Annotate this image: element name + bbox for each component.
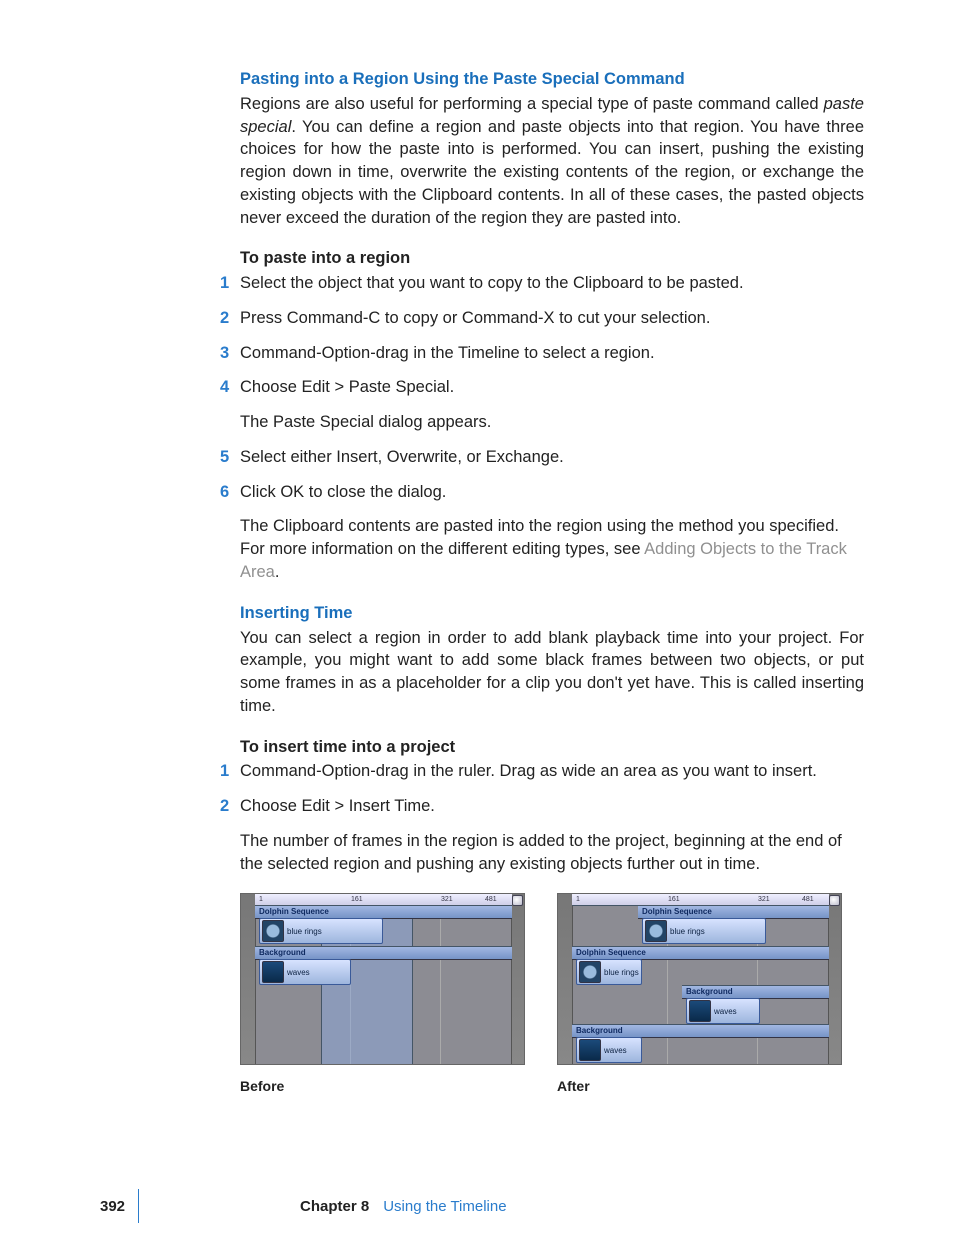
step-number: 1 bbox=[220, 760, 229, 783]
step-item: 1 Select the object that you want to cop… bbox=[240, 272, 864, 295]
step-number: 5 bbox=[220, 446, 229, 469]
clip-thumbnail-icon bbox=[262, 961, 284, 983]
step-number: 6 bbox=[220, 481, 229, 504]
timeline-clip: waves bbox=[686, 998, 760, 1024]
step-note: The Paste Special dialog appears. bbox=[240, 411, 864, 434]
ruler-tick: 481 bbox=[485, 895, 497, 905]
timeline-clip: waves bbox=[259, 959, 351, 985]
layer-header: Dolphin Sequence bbox=[638, 905, 829, 919]
figure-after: 1 161 321 481 Dolphin Sequence blue ring… bbox=[557, 893, 842, 1065]
layer-header: Background bbox=[572, 1024, 829, 1038]
clip-label: waves bbox=[714, 1006, 737, 1017]
step-text: Choose Edit > Insert Time. bbox=[240, 795, 864, 818]
ruler-tick: 321 bbox=[441, 895, 453, 905]
task-heading: To paste into a region bbox=[240, 247, 864, 270]
section-heading: Inserting Time bbox=[240, 602, 864, 625]
step-text: Click OK to close the dialog. bbox=[240, 481, 864, 504]
chapter-label: Chapter 8 bbox=[300, 1198, 369, 1215]
timeline-clip: blue rings bbox=[259, 918, 383, 944]
step-text: Command-Option-drag in the ruler. Drag a… bbox=[240, 760, 864, 783]
clip-thumbnail-icon bbox=[262, 920, 284, 942]
step-item: 5 Select either Insert, Overwrite, or Ex… bbox=[240, 446, 864, 469]
page-footer: 392 Chapter 8 Using the Timeline bbox=[60, 1197, 864, 1227]
ruler-tick: 1 bbox=[576, 895, 580, 905]
clip-label: blue rings bbox=[670, 926, 705, 937]
task-heading: To insert time into a project bbox=[240, 736, 864, 759]
figure-caption: After bbox=[557, 1077, 860, 1096]
layer-header: Dolphin Sequence bbox=[572, 946, 829, 960]
result-text: The number of frames in the region is ad… bbox=[240, 830, 864, 876]
clip-thumbnail-icon bbox=[645, 920, 667, 942]
ruler-tick: 481 bbox=[802, 895, 814, 905]
step-item: 3 Command-Option-drag in the Timeline to… bbox=[240, 342, 864, 365]
clip-thumbnail-icon bbox=[579, 961, 601, 983]
clip-label: blue rings bbox=[287, 926, 322, 937]
result-text: . bbox=[275, 563, 280, 581]
step-item: 2 Choose Edit > Insert Time. bbox=[240, 795, 864, 818]
figure-caption: Before bbox=[240, 1077, 543, 1096]
clip-label: waves bbox=[604, 1045, 627, 1056]
step-result: The Clipboard contents are pasted into t… bbox=[240, 515, 864, 583]
step-item: 4 Choose Edit > Paste Special. bbox=[240, 376, 864, 399]
clip-thumbnail-icon bbox=[689, 1000, 711, 1022]
ruler-tick: 321 bbox=[758, 895, 770, 905]
ruler-tick: 1 bbox=[259, 895, 263, 905]
step-text: The Paste Special dialog appears. bbox=[240, 411, 864, 434]
chapter-title: Using the Timeline bbox=[383, 1198, 506, 1215]
layer-header: Background bbox=[255, 946, 512, 960]
step-number: 2 bbox=[220, 795, 229, 818]
body-text: Regions are also useful for performing a… bbox=[240, 95, 824, 113]
step-text: Press Command-C to copy or Command-X to … bbox=[240, 307, 864, 330]
step-number: 3 bbox=[220, 342, 229, 365]
timeline-clip: blue rings bbox=[576, 959, 642, 985]
step-item: 2 Press Command-C to copy or Command-X t… bbox=[240, 307, 864, 330]
section-heading: Pasting into a Region Using the Paste Sp… bbox=[240, 68, 864, 91]
body-text: . You can define a region and paste obje… bbox=[240, 118, 864, 227]
ruler-tick: 161 bbox=[351, 895, 363, 905]
clip-label: blue rings bbox=[604, 967, 639, 978]
clip-thumbnail-icon bbox=[579, 1039, 601, 1061]
magnifier-icon bbox=[829, 895, 840, 906]
magnifier-icon bbox=[512, 895, 523, 906]
timeline-clip: blue rings bbox=[642, 918, 766, 944]
step-text: Command-Option-drag in the Timeline to s… bbox=[240, 342, 864, 365]
layer-header: Dolphin Sequence bbox=[255, 905, 512, 919]
step-number: 2 bbox=[220, 307, 229, 330]
step-text: Select either Insert, Overwrite, or Exch… bbox=[240, 446, 864, 469]
step-item: 1 Command-Option-drag in the ruler. Drag… bbox=[240, 760, 864, 783]
layer-header: Background bbox=[682, 985, 829, 999]
section-body: Regions are also useful for performing a… bbox=[240, 93, 864, 230]
footer-rule bbox=[138, 1189, 139, 1223]
step-number: 4 bbox=[220, 376, 229, 399]
clip-label: waves bbox=[287, 967, 310, 978]
step-result: The number of frames in the region is ad… bbox=[240, 830, 864, 876]
figure-before: 1 161 321 481 Dolphin Sequence blue ring… bbox=[240, 893, 525, 1065]
step-text: Select the object that you want to copy … bbox=[240, 272, 864, 295]
section-body: You can select a region in order to add … bbox=[240, 627, 864, 718]
timeline-clip: waves bbox=[576, 1037, 642, 1063]
ruler-tick: 161 bbox=[668, 895, 680, 905]
page-number: 392 bbox=[100, 1197, 125, 1218]
step-number: 1 bbox=[220, 272, 229, 295]
step-item: 6 Click OK to close the dialog. bbox=[240, 481, 864, 504]
step-text: Choose Edit > Paste Special. bbox=[240, 376, 864, 399]
